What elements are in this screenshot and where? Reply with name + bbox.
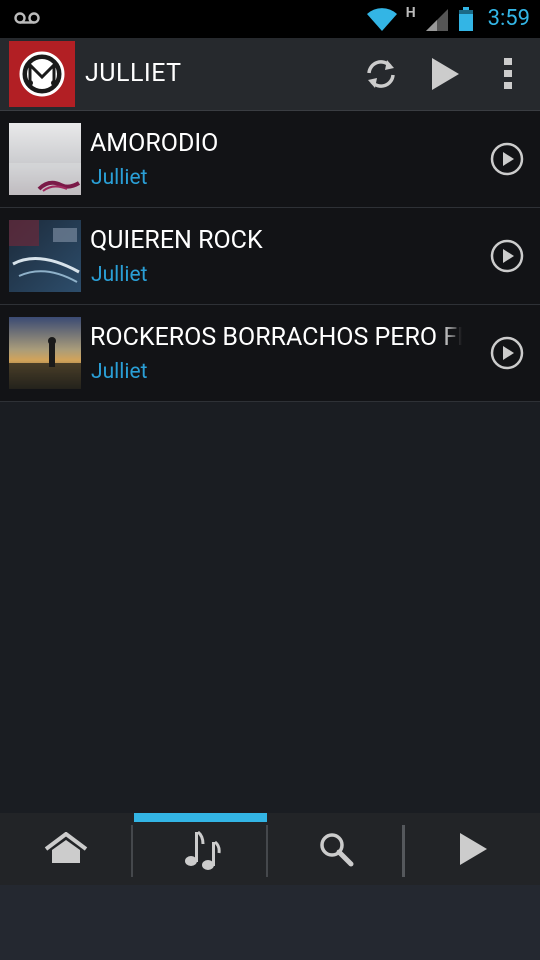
song-title: QUIEREN ROCK xyxy=(90,226,263,255)
play-circle-icon[interactable] xyxy=(490,142,524,176)
list-item[interactable]: QUIEREN ROCK Julliet xyxy=(0,208,540,305)
play-circle-icon[interactable] xyxy=(490,239,524,273)
refresh-button[interactable] xyxy=(356,38,406,110)
tab-search[interactable] xyxy=(269,813,402,885)
album-art xyxy=(9,317,81,389)
play-circle-icon[interactable] xyxy=(490,336,524,370)
page-title: JULLIET xyxy=(85,59,182,88)
song-artist: Julliet xyxy=(91,166,148,190)
app-logo[interactable] xyxy=(9,41,75,107)
search-icon xyxy=(319,833,353,867)
app-logo-icon xyxy=(19,51,65,97)
tab-divider xyxy=(266,825,268,877)
music-note-icon xyxy=(184,830,221,870)
tab-now-playing[interactable] xyxy=(405,813,540,885)
home-icon xyxy=(44,832,88,863)
album-art xyxy=(9,220,81,292)
tab-music[interactable] xyxy=(134,813,267,885)
tab-home[interactable] xyxy=(0,813,132,885)
status-bar: H 3:59 xyxy=(0,0,540,38)
overflow-menu-icon xyxy=(504,58,512,89)
song-artist: Julliet xyxy=(91,360,148,384)
play-all-button[interactable] xyxy=(420,38,470,110)
battery-icon xyxy=(458,7,473,31)
action-bar: JULLIET xyxy=(0,38,540,111)
list-item[interactable]: AMORODIO Julliet xyxy=(0,111,540,208)
overflow-menu-button[interactable] xyxy=(490,38,526,110)
empty-area xyxy=(0,885,540,960)
list-item[interactable]: ROCKEROS BORRACHOS PERO FELICES Julliet xyxy=(0,305,540,402)
clock: 3:59 xyxy=(487,6,530,31)
wifi-icon xyxy=(366,8,397,32)
signal-icon xyxy=(425,9,448,31)
album-art xyxy=(9,123,81,195)
bottom-tab-bar xyxy=(0,813,540,885)
play-icon xyxy=(459,833,487,865)
song-title: ROCKEROS BORRACHOS PERO FELICES xyxy=(90,323,462,352)
song-title: AMORODIO xyxy=(90,129,219,158)
song-artist: Julliet xyxy=(91,263,148,287)
network-type-label: H xyxy=(405,5,416,21)
tab-divider xyxy=(131,825,133,877)
refresh-icon xyxy=(367,60,395,88)
play-icon xyxy=(432,58,459,90)
song-list: AMORODIO Julliet QUIEREN ROCK Julliet RO… xyxy=(0,111,540,402)
voicemail-icon xyxy=(14,12,40,24)
